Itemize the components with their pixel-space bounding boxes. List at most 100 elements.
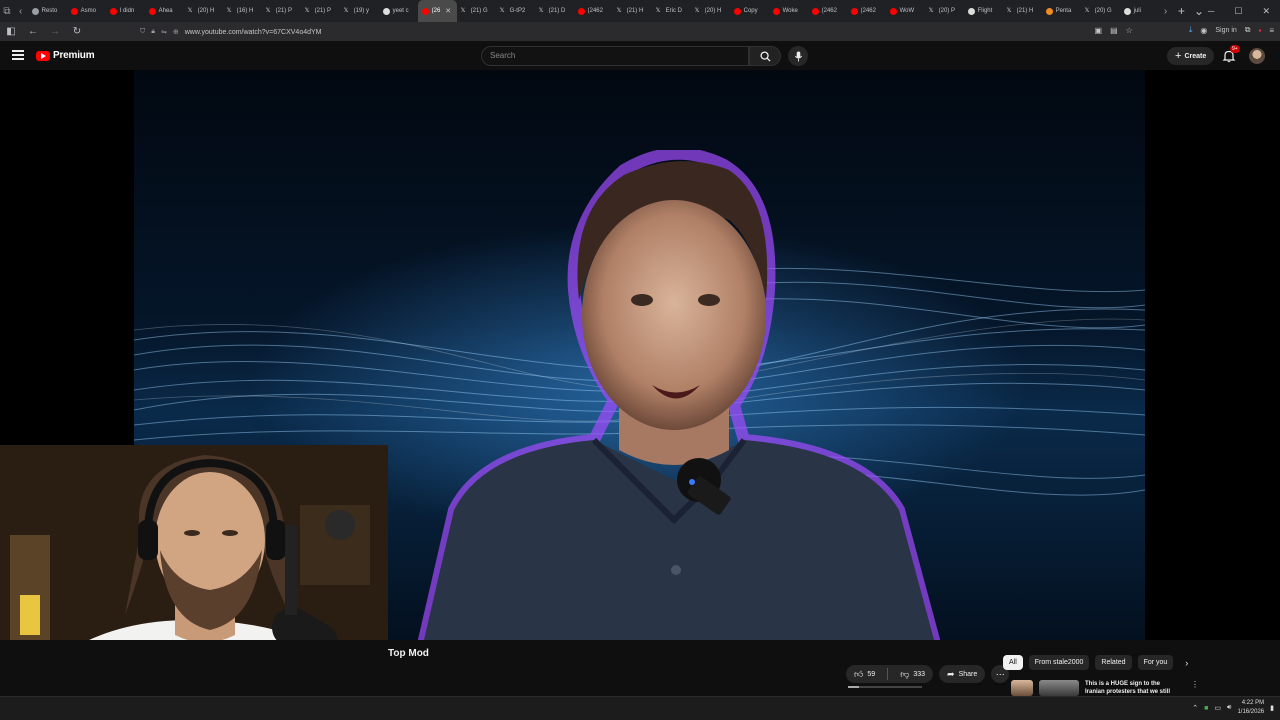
browser-tab[interactable]: Flight [964,0,1003,22]
tab-search-icon[interactable]: ⌄ [1190,4,1208,18]
browser-tab-label: (21) H [1016,8,1034,14]
like-ratio-fill [848,686,860,688]
presenter-figure [417,150,941,640]
x-icon: 𝕏 [187,7,193,14]
browser-tab-label: (16) H [236,8,254,14]
recommendation-menu-icon[interactable]: ⋮ [1191,680,1199,696]
reader-view-icon[interactable]: ▤ [1110,26,1118,35]
volume-icon[interactable]: 🔊︎ [1227,704,1231,712]
favorite-star-icon[interactable]: ☆ [1126,26,1133,35]
x-icon: 𝕏 [616,7,622,14]
tab-scroll-right-icon[interactable]: › [1159,0,1173,22]
browser-tab[interactable]: WoW [886,0,925,22]
close-window-icon[interactable]: ✕ [1262,6,1270,17]
voice-search-button[interactable] [788,46,808,66]
video-info-area: Top Mod 👍︎ 59 👎︎ 333 ➦ Share ⋯ All From … [0,640,1280,696]
youtube-premium-logo[interactable]: Premium [36,50,95,61]
browser-tab[interactable]: I didn [106,0,145,22]
browser-tab[interactable]: 𝕏 (16) H [223,0,262,22]
shield-icon[interactable]: ⛉ [140,28,145,36]
extension-badge-icon[interactable]: ▪ [1258,26,1261,35]
picture-in-picture-icon[interactable]: ▣ [1095,26,1103,35]
browser-tab[interactable]: 𝕏 (21) H [1003,0,1042,22]
browser-tab[interactable]: 𝕏 Eric D [652,0,691,22]
shield-icon [1045,7,1053,15]
tune-icon[interactable]: ⇋ [161,28,167,36]
dislike-button[interactable]: 👎︎ 333 [892,665,933,683]
search-button[interactable] [749,46,781,66]
share-arrow-icon: ➦ [947,668,955,679]
minimize-icon[interactable]: ─ [1208,6,1214,17]
browser-tab[interactable]: 𝕏 (20) H [691,0,730,22]
browser-tab[interactable]: yeet c [379,0,418,22]
like-button[interactable]: 👍︎ 59 [846,665,883,683]
chip-all[interactable]: All [1003,655,1023,670]
network-icon[interactable]: ▭ [1214,704,1221,712]
address-bar-actions: ▣ ▤ ☆ ⤓ ◉ Sign in ⧉ ▪ ≡ [1095,25,1274,35]
browser-tab[interactable]: Ahea [145,0,184,22]
close-tab-icon[interactable]: ✕ [445,7,451,15]
hamburger-menu-icon[interactable] [12,50,24,60]
maximize-icon[interactable]: ☐ [1234,6,1242,17]
tab-scroll-left-icon[interactable]: ‹ [14,0,28,22]
browser-tab[interactable]: 𝕏 (21) P [262,0,301,22]
browser-tab[interactable]: Woke [769,0,808,22]
browser-tab[interactable]: 𝕏 (20) P [925,0,964,22]
forward-icon[interactable]: → [48,26,62,37]
address-bar: ◧ ← → ↻ ⛉ 🔒︎ ⇋ ⊕ www.youtube.com/watch?v… [0,22,1280,42]
browser-tab[interactable]: juli [1120,0,1159,22]
browser-tab[interactable]: (2462 [847,0,886,22]
reload-icon[interactable]: ↻ [70,26,84,37]
browser-tab[interactable]: 𝕏 G-tP2 [496,0,535,22]
lock-icon[interactable]: 🔒︎ [151,28,155,36]
sidebar-toggle-icon[interactable]: ◧ [4,26,18,37]
thumbs-up-icon: 👍︎ [854,668,864,679]
browser-tab[interactable]: (2462 [574,0,613,22]
browser-tab[interactable]: Penta [1042,0,1081,22]
tray-overflow-icon[interactable]: ⌃ [1192,704,1198,712]
browser-tab-strip: ⧉ ‹ Resto Asmo I didn Ahea 𝕏 (20) H 𝕏 (16) H 𝕏 (2… [0,0,1280,22]
chip-from-channel[interactable]: From stale2000 [1028,655,1090,670]
sign-in-button[interactable]: Sign in [1215,27,1236,34]
browser-tab[interactable]: 𝕏 (20) G [1081,0,1120,22]
search-input[interactable]: Search [481,46,749,66]
github-icon [382,7,390,15]
browser-tab[interactable]: 𝕏 (21) P [301,0,340,22]
chip-for-you[interactable]: For you [1137,655,1174,670]
extensions-icon[interactable]: ⧉ [1245,25,1251,35]
download-icon[interactable]: ⤓ [1189,25,1193,35]
new-tab-icon[interactable]: + [1172,4,1190,18]
browser-tab-active[interactable]: (26 ✕ [417,0,457,22]
browser-tab[interactable]: 𝕏 (21) D [535,0,574,22]
share-button[interactable]: ➦ Share [939,665,986,683]
chevron-right-icon[interactable]: › [1185,658,1188,668]
tray-app-icon[interactable]: ■ [1204,705,1208,712]
profile-icon[interactable]: ◉ [1200,26,1207,35]
browser-menu-icon[interactable]: ≡ [1269,26,1274,35]
browser-tab[interactable]: Copy [730,0,769,22]
back-icon[interactable]: ← [26,26,40,37]
show-desktop-icon[interactable]: ▮ [1270,704,1274,712]
notifications-badge: 9+ [1230,45,1240,53]
share-label: Share [958,670,978,678]
account-avatar[interactable] [1249,48,1265,64]
like-dislike-group: 👍︎ 59 👎︎ 333 [846,665,934,683]
chip-related[interactable]: Related [1095,655,1132,670]
tab-actions-icon[interactable]: ⧉ [0,0,14,22]
video-thumbnail[interactable] [1039,680,1079,696]
create-button[interactable]: + Create [1167,47,1215,65]
system-tray: ⌃ ■ ▭ 🔊︎ 4:22 PM 1/16/2026 ▮ [1192,699,1274,717]
recommended-video[interactable]: This is a HUGE sign to the Iranian prote… [1011,680,1211,696]
url-field[interactable]: ⛉ 🔒︎ ⇋ ⊕ www.youtube.com/watch?v=67CXV4o… [134,24,1104,40]
browser-tab[interactable]: 𝕏 (21) H [613,0,652,22]
recommended-title[interactable]: This is a HUGE sign to the Iranian prote… [1085,680,1185,696]
browser-tab[interactable]: 𝕏 (20) H [184,0,223,22]
channel-thumbnail[interactable] [1011,680,1033,696]
clock[interactable]: 4:22 PM 1/16/2026 [1237,699,1264,717]
browser-tab[interactable]: Resto [28,0,67,22]
site-info-icon[interactable]: ⊕ [173,28,179,36]
browser-tab[interactable]: 𝕏 (19) y [340,0,379,22]
browser-tab[interactable]: Asmo [67,0,106,22]
browser-tab[interactable]: 𝕏 (21) G [457,0,496,22]
browser-tab[interactable]: (2462 [808,0,847,22]
